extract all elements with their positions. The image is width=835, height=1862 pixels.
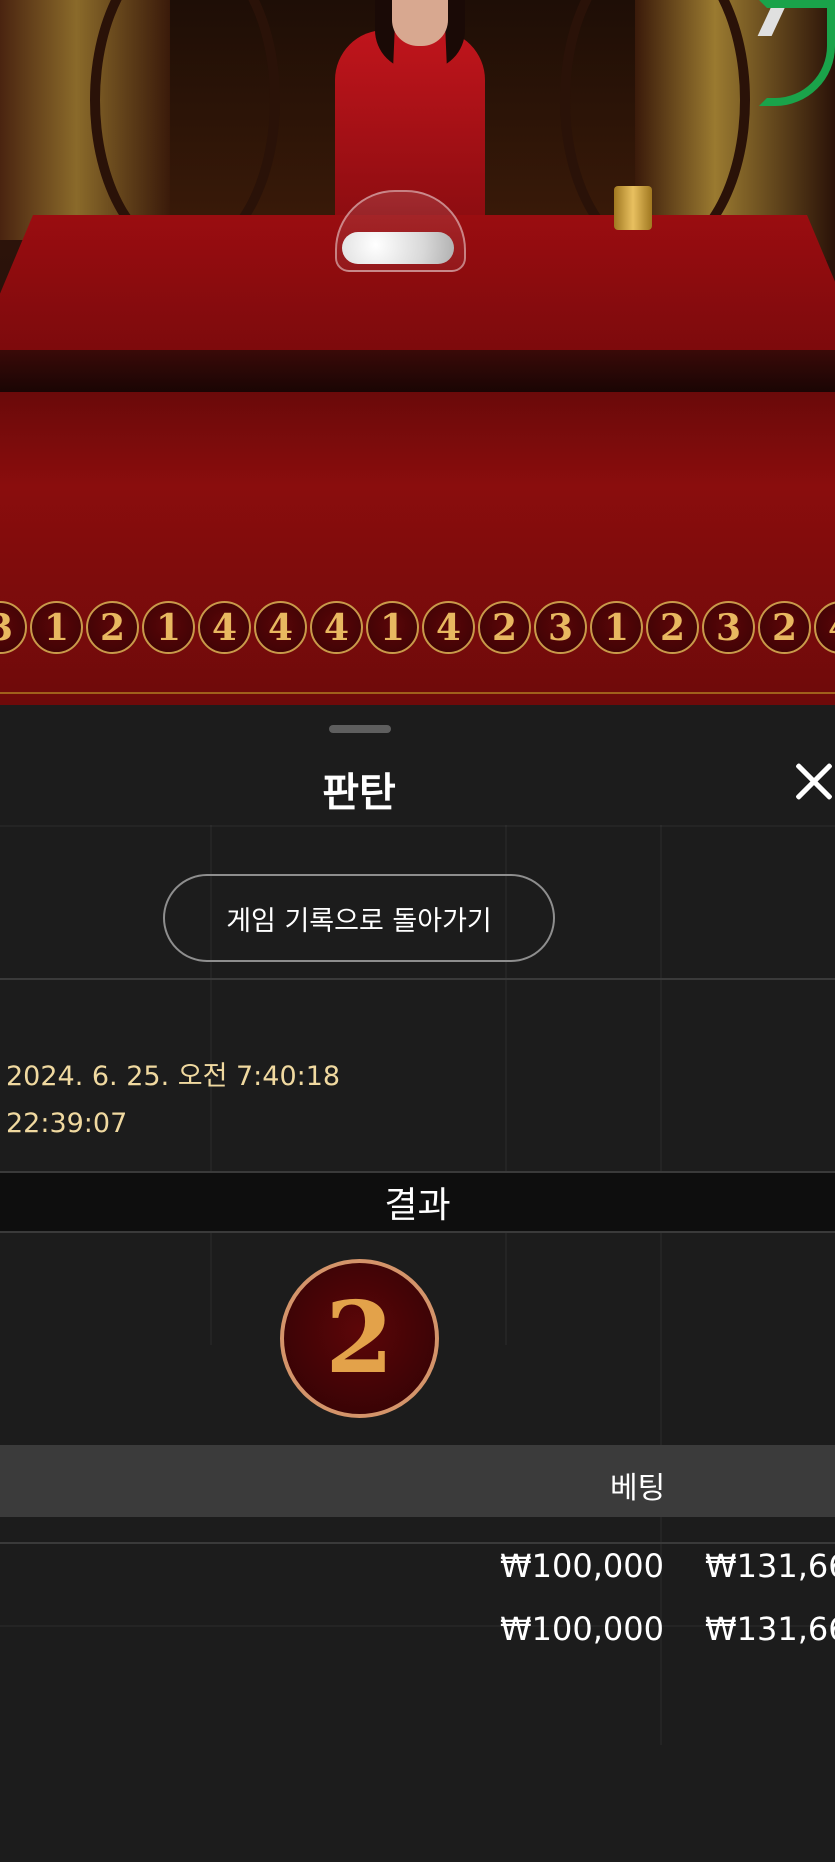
table-row: ₩100,000 ₩131,66 (0, 1535, 835, 1597)
history-coin: 1 (590, 601, 643, 654)
bet-amount: ₩100,000 (500, 1547, 664, 1585)
bet-column-label: 베팅 (610, 1471, 666, 1506)
history-coin: 4 (422, 601, 475, 654)
history-coin: 4 (814, 601, 835, 654)
history-coin: 3 (534, 601, 587, 654)
bet-amount: ₩100,000 (500, 1610, 664, 1648)
beads-pile (342, 232, 454, 264)
history-coin: 3 (702, 601, 755, 654)
history-detail-sheet: 판탄 게임 기록으로 돌아가기 2024. 6. 25. 오전 7:40:18 … (0, 705, 835, 1862)
close-icon[interactable] (790, 757, 835, 805)
history-coin: 3 (0, 601, 27, 654)
gold-cup (614, 186, 652, 230)
win-amount: ₩131,66 (705, 1610, 835, 1648)
back-to-history-button[interactable]: 게임 기록으로 돌아가기 (163, 874, 555, 962)
table-row: ₩100,000 ₩131,66 (0, 1598, 835, 1660)
bet-table-header: 베팅 (0, 1445, 835, 1517)
history-coin: 4 (254, 601, 307, 654)
history-coin: 4 (310, 601, 363, 654)
result-coin: 2 (280, 1259, 439, 1418)
table-rim (0, 350, 835, 392)
sheet-title: 판탄 (322, 770, 396, 816)
drag-handle[interactable] (329, 725, 391, 733)
row-divider (0, 1542, 835, 1544)
history-coin: 1 (30, 601, 83, 654)
history-coin: 2 (758, 601, 811, 654)
history-coin: 1 (142, 601, 195, 654)
history-coin: 1 (366, 601, 419, 654)
round-datetime: 2024. 6. 25. 오전 7:40:18 (6, 1061, 341, 1092)
history-coin: 2 (646, 601, 699, 654)
history-strip: 3 1 2 1 4 4 4 1 4 2 3 1 2 3 2 4 (0, 601, 835, 661)
result-label: 결과 (384, 1185, 451, 1226)
history-coin: 4 (198, 601, 251, 654)
win-amount: ₩131,66 (705, 1547, 835, 1585)
live-video: 3 1 2 1 4 4 4 1 4 2 3 1 2 3 2 4 (0, 0, 835, 705)
history-coin: 2 (86, 601, 139, 654)
history-coin: 2 (478, 601, 531, 654)
divider (0, 978, 835, 980)
dealer-face (392, 0, 448, 46)
ghost-grid-line (0, 825, 835, 827)
strip-divider (0, 692, 835, 694)
result-header: 결과 (0, 1171, 835, 1233)
round-id: 22:39:07 (6, 1108, 128, 1139)
